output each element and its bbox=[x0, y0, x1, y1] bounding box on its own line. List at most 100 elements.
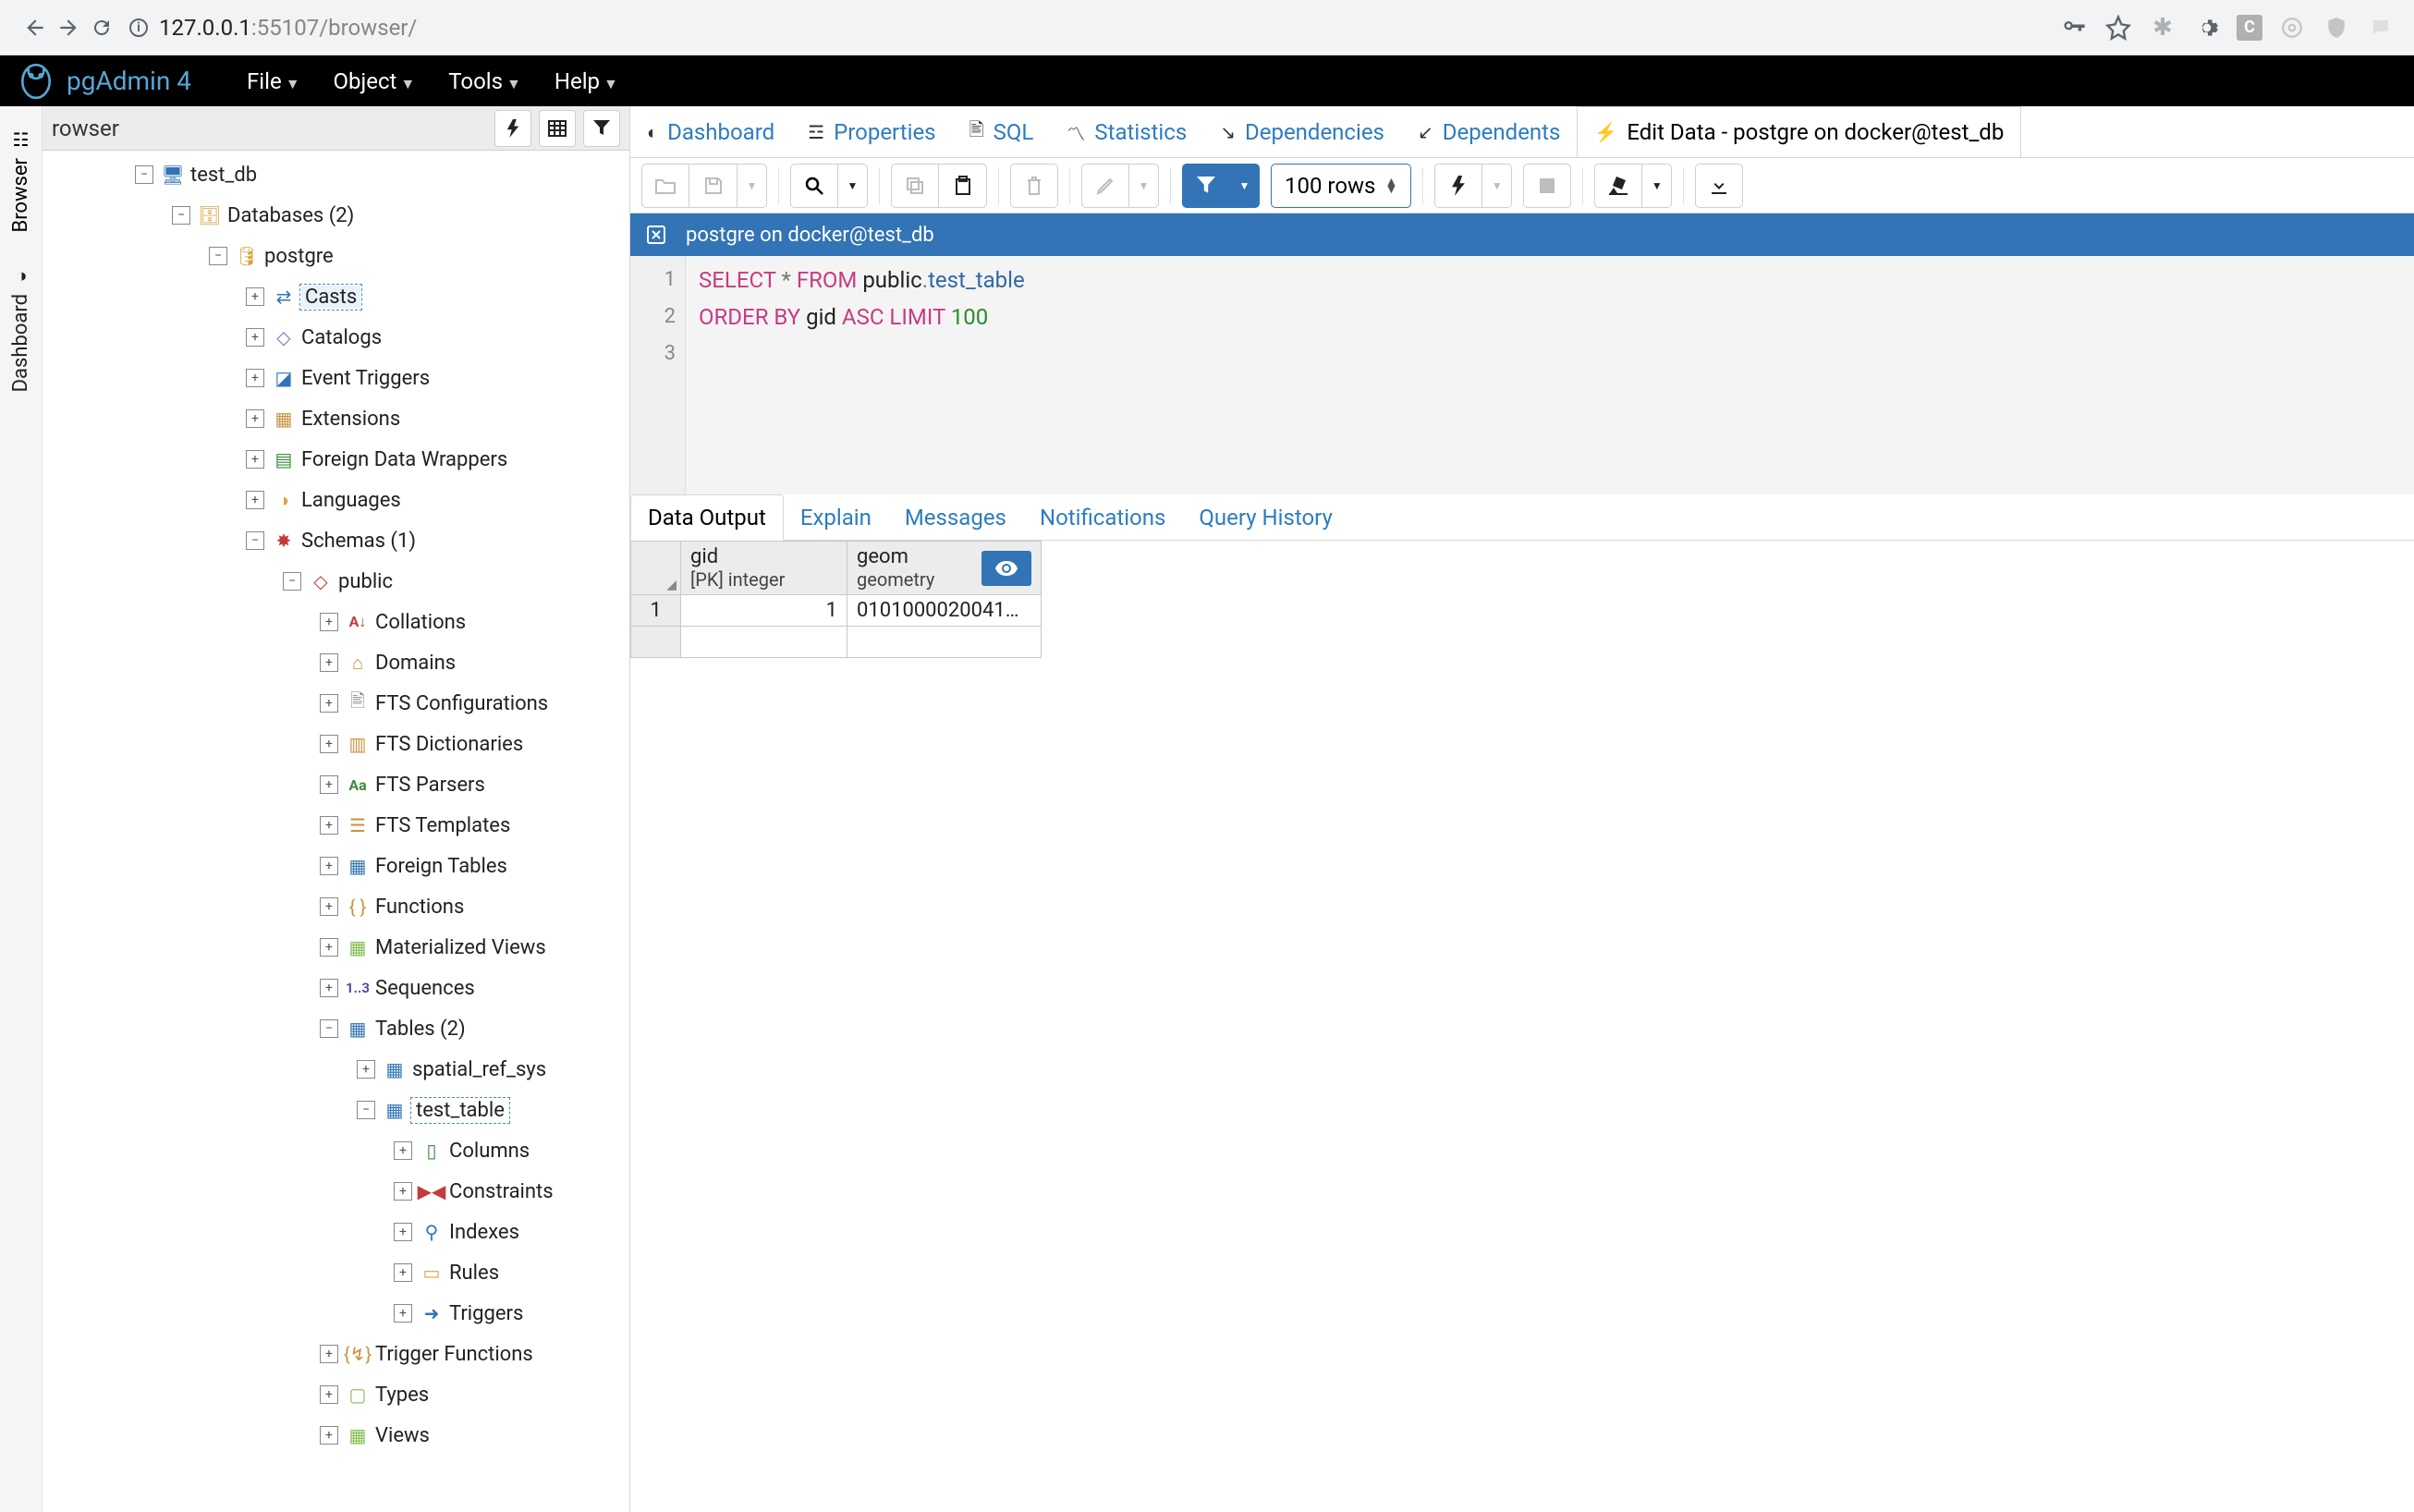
expand-icon[interactable]: + bbox=[357, 1060, 375, 1079]
collapse-icon[interactable]: − bbox=[283, 572, 301, 591]
expand-icon[interactable]: + bbox=[394, 1304, 412, 1323]
tree-node[interactable]: Foreign Data Wrappers bbox=[301, 448, 507, 471]
extension-icon-circle[interactable] bbox=[2277, 13, 2307, 43]
expand-icon[interactable]: + bbox=[246, 491, 264, 509]
find-button[interactable] bbox=[790, 164, 838, 208]
tree-node[interactable]: Indexes bbox=[449, 1221, 519, 1244]
tree-node-casts[interactable]: Casts bbox=[301, 286, 360, 309]
tab-dashboard[interactable]: ◐Dashboard bbox=[630, 106, 791, 157]
expand-icon[interactable]: + bbox=[320, 897, 338, 916]
col-header-gid[interactable]: gid[PK] integer bbox=[681, 542, 847, 595]
tree-node[interactable]: Tables (2) bbox=[375, 1018, 466, 1041]
expand-icon[interactable]: + bbox=[320, 653, 338, 672]
tab-dependents[interactable]: ↙Dependents bbox=[1401, 106, 1577, 157]
filter-button[interactable] bbox=[1182, 164, 1230, 208]
collapse-icon[interactable]: − bbox=[246, 531, 264, 550]
tree-node[interactable]: postgre bbox=[264, 245, 334, 268]
tree-node[interactable]: test_db bbox=[190, 164, 257, 187]
menu-help[interactable]: Help▼ bbox=[555, 68, 618, 94]
extension-icon-1[interactable]: ✱ bbox=[2148, 13, 2177, 43]
tree-node[interactable]: Sequences bbox=[375, 977, 475, 1000]
save-file-dropdown[interactable]: ▼ bbox=[738, 164, 767, 208]
tree-node[interactable]: Event Triggers bbox=[301, 367, 430, 390]
find-dropdown[interactable]: ▼ bbox=[838, 164, 868, 208]
url-bar[interactable]: i 127.0.0.1:55107/browser/ bbox=[129, 9, 2059, 46]
expand-icon[interactable]: + bbox=[246, 450, 264, 469]
collapse-icon[interactable]: − bbox=[209, 247, 227, 265]
expand-icon[interactable]: + bbox=[320, 816, 338, 835]
menu-file[interactable]: File▼ bbox=[247, 68, 300, 94]
tab-edit-data[interactable]: ⚡Edit Data - postgre on docker@test_db bbox=[1577, 106, 2021, 157]
expand-icon[interactable]: + bbox=[394, 1223, 412, 1241]
view-data-button[interactable] bbox=[539, 110, 576, 147]
tab-properties[interactable]: ☲Properties bbox=[791, 106, 952, 157]
table-row-empty[interactable] bbox=[631, 627, 1042, 658]
tree-node[interactable]: Types bbox=[375, 1384, 429, 1407]
tree-node[interactable]: spatial_ref_sys bbox=[412, 1058, 546, 1081]
clear-dropdown[interactable]: ▼ bbox=[1642, 164, 1672, 208]
tree-node[interactable]: Collations bbox=[375, 611, 466, 634]
delete-row-button[interactable] bbox=[1010, 164, 1058, 208]
site-info-icon[interactable]: i bbox=[129, 18, 148, 37]
filter-dropdown[interactable]: ▼ bbox=[1230, 164, 1260, 208]
rtab-explain[interactable]: Explain bbox=[784, 495, 888, 540]
tree-node[interactable]: Constraints bbox=[449, 1180, 554, 1203]
vtab-dashboard[interactable]: Dashboard◐ bbox=[9, 250, 32, 408]
tree-node[interactable]: Languages bbox=[301, 489, 401, 512]
execute-button[interactable] bbox=[1434, 164, 1482, 208]
table-row[interactable]: 1 1 0101000020041… bbox=[631, 595, 1042, 627]
tree-node[interactable]: Domains bbox=[375, 652, 456, 675]
expand-icon[interactable]: + bbox=[246, 409, 264, 428]
query-tool-button[interactable] bbox=[494, 110, 531, 147]
tree-node[interactable]: Views bbox=[375, 1424, 430, 1447]
tree-node[interactable]: Triggers bbox=[449, 1302, 523, 1325]
expand-icon[interactable]: + bbox=[246, 328, 264, 347]
expand-icon[interactable]: + bbox=[320, 1385, 338, 1404]
vtab-browser[interactable]: Browser☷ bbox=[9, 112, 32, 250]
expand-icon[interactable]: + bbox=[320, 613, 338, 631]
settings-gear-icon[interactable] bbox=[2192, 13, 2222, 43]
expand-icon[interactable]: + bbox=[394, 1182, 412, 1201]
collapse-icon[interactable]: − bbox=[135, 165, 153, 184]
expand-icon[interactable]: + bbox=[320, 735, 338, 753]
execute-dropdown[interactable]: ▼ bbox=[1482, 164, 1512, 208]
extension-icon-chat[interactable] bbox=[2366, 13, 2396, 43]
key-icon[interactable] bbox=[2059, 13, 2089, 43]
tab-sql[interactable]: 🖹SQL bbox=[953, 106, 1051, 157]
result-grid[interactable]: ◢ gid[PK] integer geomgeometry 1 1 01010… bbox=[630, 541, 2414, 658]
back-button[interactable] bbox=[18, 11, 52, 44]
star-icon[interactable] bbox=[2103, 13, 2133, 43]
collapse-icon[interactable]: − bbox=[357, 1101, 375, 1119]
edit-button[interactable] bbox=[1081, 164, 1129, 208]
collapse-icon[interactable]: − bbox=[320, 1019, 338, 1038]
cell-geom[interactable]: 0101000020041… bbox=[847, 595, 1042, 627]
rtab-query-history[interactable]: Query History bbox=[1182, 495, 1348, 540]
edit-dropdown[interactable]: ▼ bbox=[1129, 164, 1159, 208]
tree-node[interactable]: Extensions bbox=[301, 408, 400, 431]
cell[interactable] bbox=[847, 627, 1042, 658]
tree-node[interactable]: Schemas (1) bbox=[301, 530, 416, 553]
reload-button[interactable] bbox=[85, 11, 118, 44]
cell[interactable] bbox=[681, 627, 847, 658]
expand-icon[interactable]: + bbox=[246, 369, 264, 387]
object-tree[interactable]: −🖥test_db −🗄Databases (2) −🛢postgre +⇄Ca… bbox=[43, 151, 629, 1512]
tab-dependencies[interactable]: ↘Dependencies bbox=[1203, 106, 1401, 157]
expand-icon[interactable]: + bbox=[320, 1426, 338, 1445]
expand-icon[interactable]: + bbox=[246, 287, 264, 306]
expand-icon[interactable]: + bbox=[320, 857, 338, 875]
rtab-notifications[interactable]: Notifications bbox=[1023, 495, 1182, 540]
expand-icon[interactable]: + bbox=[320, 938, 338, 957]
tree-node[interactable]: Functions bbox=[375, 896, 464, 919]
view-geometry-button[interactable] bbox=[981, 551, 1031, 586]
extension-icon-shield[interactable] bbox=[2322, 13, 2351, 43]
cell-gid[interactable]: 1 bbox=[681, 595, 847, 627]
row-limit-select[interactable]: 100 rows ▲▼ bbox=[1271, 164, 1411, 208]
rtab-data-output[interactable]: Data Output bbox=[630, 494, 784, 541]
tree-node[interactable]: Trigger Functions bbox=[375, 1343, 533, 1366]
expand-icon[interactable]: + bbox=[320, 979, 338, 997]
tree-node[interactable]: Columns bbox=[449, 1140, 530, 1163]
filter-rows-button[interactable] bbox=[583, 110, 620, 147]
sql-editor[interactable]: 123 SELECT * FROM public.test_table ORDE… bbox=[630, 256, 2414, 494]
expand-icon[interactable]: + bbox=[320, 775, 338, 794]
menu-object[interactable]: Object▼ bbox=[334, 68, 416, 94]
